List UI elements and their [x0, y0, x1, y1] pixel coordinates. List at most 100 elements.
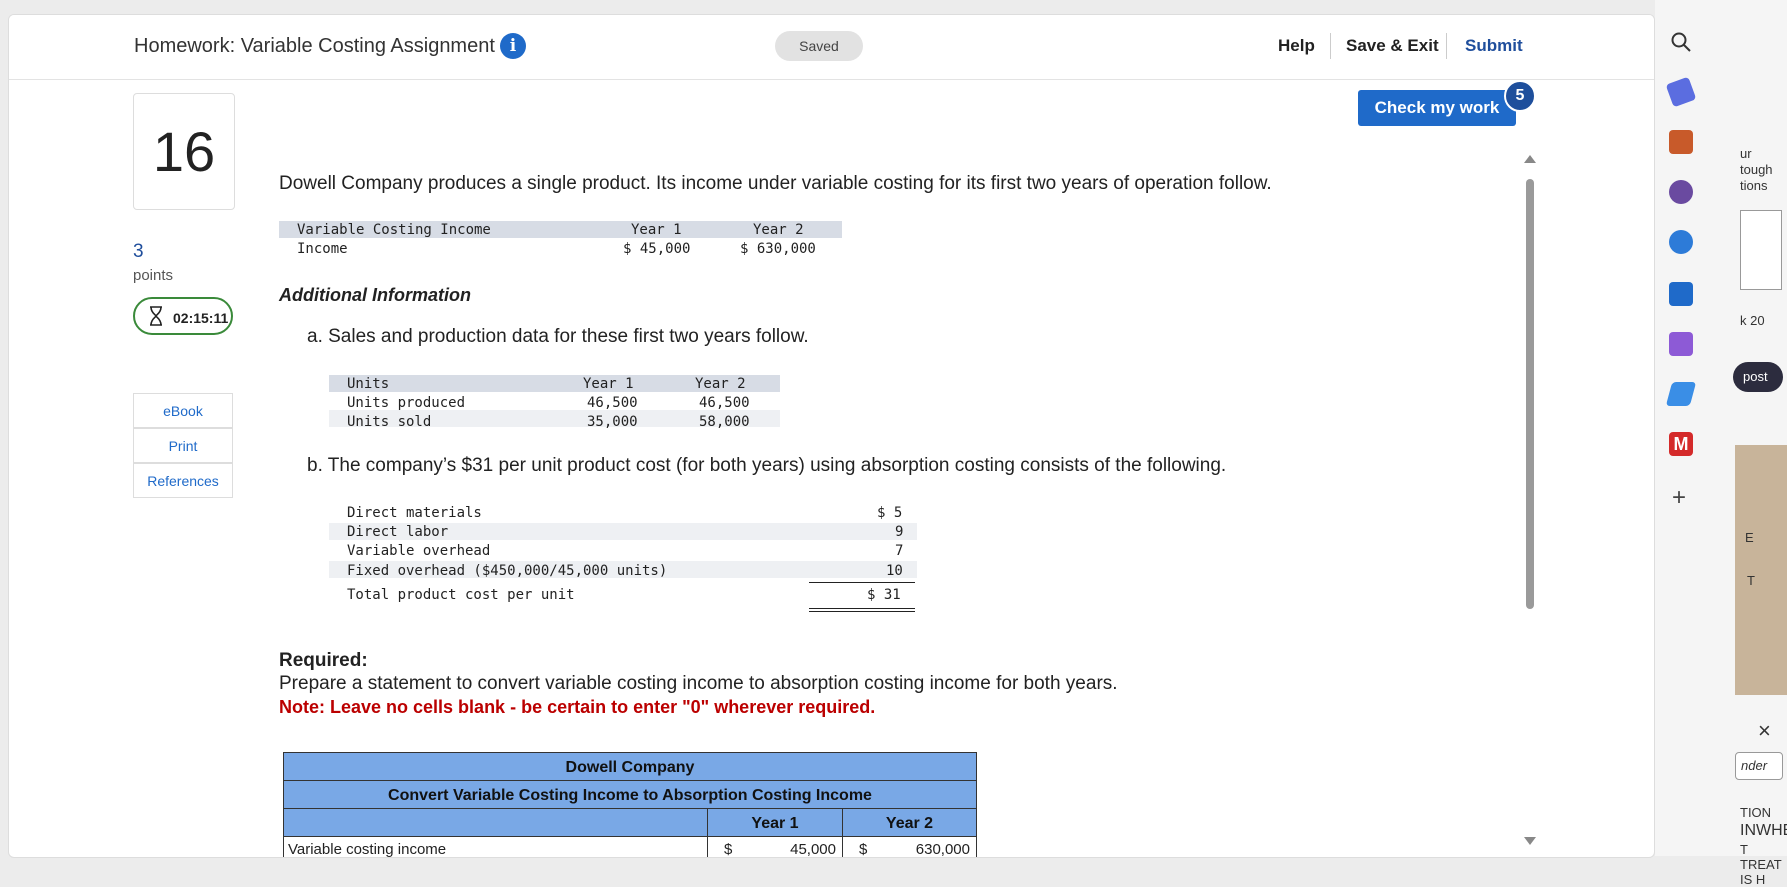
ad-badge: nder: [1735, 752, 1783, 780]
divider: [1446, 33, 1447, 59]
item-b-text: b. The company’s $31 per unit product co…: [307, 455, 1227, 476]
cost-total-value: $ 31: [867, 587, 901, 603]
saved-status-badge: Saved: [775, 31, 863, 61]
points-value: 3: [133, 241, 144, 262]
cost-row-label: Fixed overhead ($450,000/45,000 units): [347, 563, 668, 579]
browser-sidebar: M + ur tough tions k 20 post E T × nder …: [1655, 0, 1787, 887]
designer-icon[interactable]: [1669, 332, 1693, 356]
note-text: Note: Leave no cells blank - be certain …: [279, 697, 876, 717]
cost-row-label: Variable overhead: [347, 543, 491, 559]
cost-row-value: $ 5: [877, 505, 903, 521]
panel-text-snippet: T TREAT IS H: [1740, 842, 1782, 887]
item-a-text: a. Sales and production data for these f…: [307, 326, 809, 347]
close-icon[interactable]: ×: [1758, 718, 1771, 744]
additional-info-heading: Additional Information: [279, 285, 471, 305]
answer-year1-cell[interactable]: $ 45,000: [707, 836, 843, 858]
panel-text-snippet: ur: [1740, 146, 1752, 161]
units-header-year2: Year 2: [695, 376, 746, 392]
required-heading: Required:: [279, 650, 368, 671]
income-row-year1: $ 45,000: [623, 241, 691, 257]
panel-text-snippet: INWHEE: [1740, 822, 1787, 839]
homework-window: Homework: Variable Costing Assignment i …: [8, 14, 1655, 858]
divider: [1330, 33, 1331, 59]
timer-value: 02:15:11: [173, 310, 229, 326]
income-header-label: Variable Costing Income: [297, 222, 491, 238]
post-button-label: post: [1743, 369, 1768, 384]
required-text: Prepare a statement to convert variable …: [279, 673, 1118, 694]
units-produced-year2: 46,500: [699, 395, 750, 411]
hourglass-icon: [150, 306, 162, 326]
help-link[interactable]: Help: [1278, 36, 1315, 56]
timer: 02:15:11: [133, 297, 233, 335]
units-header-year1: Year 1: [583, 376, 634, 392]
panel-text-snippet: tough: [1740, 162, 1773, 177]
answer-year2-cell[interactable]: $ 630,000: [842, 836, 977, 858]
scroll-up-arrow-icon[interactable]: [1524, 155, 1536, 163]
content-scrollbar[interactable]: [1524, 155, 1536, 845]
units-produced-label: Units produced: [347, 395, 466, 411]
question-number: 16: [133, 93, 235, 210]
income-row-year2: $ 630,000: [740, 241, 816, 257]
income-header-year1: Year 1: [631, 222, 682, 238]
briefcase-icon[interactable]: [1669, 130, 1693, 154]
scrollbar-thumb[interactable]: [1526, 179, 1534, 609]
cost-row-value: 10: [886, 563, 903, 579]
answer-year1-value: 45,000: [790, 841, 836, 858]
send-icon[interactable]: [1665, 382, 1697, 406]
games-icon[interactable]: [1669, 180, 1693, 204]
answer-table-year2-header: Year 2: [842, 808, 977, 837]
panel-text-snippet: TION: [1740, 805, 1772, 820]
submit-link[interactable]: Submit: [1465, 36, 1523, 56]
search-icon[interactable]: [1669, 30, 1693, 54]
panel-text-snippet: T: [1747, 573, 1755, 588]
panel-text-snippet: k 20: [1740, 313, 1765, 328]
units-produced-year1: 46,500: [587, 395, 638, 411]
units-sold-label: Units sold: [347, 414, 432, 430]
print-link[interactable]: Print: [133, 428, 233, 463]
mcgraw-icon[interactable]: M: [1669, 432, 1693, 456]
intro-text: Dowell Company produces a single product…: [279, 173, 1272, 194]
answer-table-blank-header: [283, 808, 708, 837]
cost-row-label: Direct labor: [347, 524, 449, 540]
panel-textarea[interactable]: [1740, 210, 1782, 290]
attempts-badge: 5: [1504, 80, 1536, 112]
panel-text-snippet: E: [1745, 530, 1754, 545]
answer-table-subtitle: Convert Variable Costing Income to Absor…: [283, 780, 977, 809]
copilot-icon[interactable]: [1669, 230, 1693, 254]
points-label: points: [133, 267, 174, 284]
answer-year1-currency: $: [724, 841, 733, 858]
answer-table: Dowell Company Convert Variable Costing …: [283, 752, 977, 858]
answer-table-year1-header: Year 1: [707, 808, 843, 837]
ebook-link[interactable]: eBook: [133, 393, 233, 428]
assignment-title: Homework: Variable Costing Assignment: [134, 35, 495, 57]
cost-total-label: Total product cost per unit: [347, 587, 575, 603]
subtotal-line: [809, 582, 915, 583]
answer-table-company: Dowell Company: [283, 752, 977, 781]
scroll-down-arrow-icon[interactable]: [1524, 837, 1536, 845]
units-sold-year1: 35,000: [587, 414, 638, 430]
advert-image: E T: [1735, 445, 1787, 695]
cost-row-value: 9: [895, 524, 904, 540]
references-link[interactable]: References: [133, 463, 233, 498]
post-button[interactable]: post: [1733, 362, 1783, 392]
top-bar: Homework: Variable Costing Assignment i …: [9, 15, 1654, 80]
answer-year2-currency: $: [859, 841, 868, 858]
income-header-year2: Year 2: [753, 222, 804, 238]
ad-badge-label: nder: [1741, 758, 1768, 773]
income-row-label: Income: [297, 241, 348, 257]
add-icon[interactable]: +: [1672, 484, 1686, 512]
units-sold-year2: 58,000: [699, 414, 750, 430]
answer-year2-value: 630,000: [915, 841, 970, 858]
units-header-label: Units: [347, 376, 390, 392]
tag-icon[interactable]: [1665, 76, 1697, 108]
outlook-icon[interactable]: [1669, 282, 1693, 306]
total-double-line: [809, 611, 915, 612]
cost-row-label: Direct materials: [347, 505, 482, 521]
panel-text-snippet: tions: [1740, 178, 1768, 193]
cost-row-value: 7: [895, 543, 904, 559]
info-icon[interactable]: i: [500, 33, 526, 59]
check-my-work-button[interactable]: Check my work: [1358, 90, 1516, 126]
total-double-line: [809, 608, 915, 609]
save-exit-link[interactable]: Save & Exit: [1346, 36, 1439, 56]
answer-row-label: Variable costing income: [283, 836, 708, 857]
